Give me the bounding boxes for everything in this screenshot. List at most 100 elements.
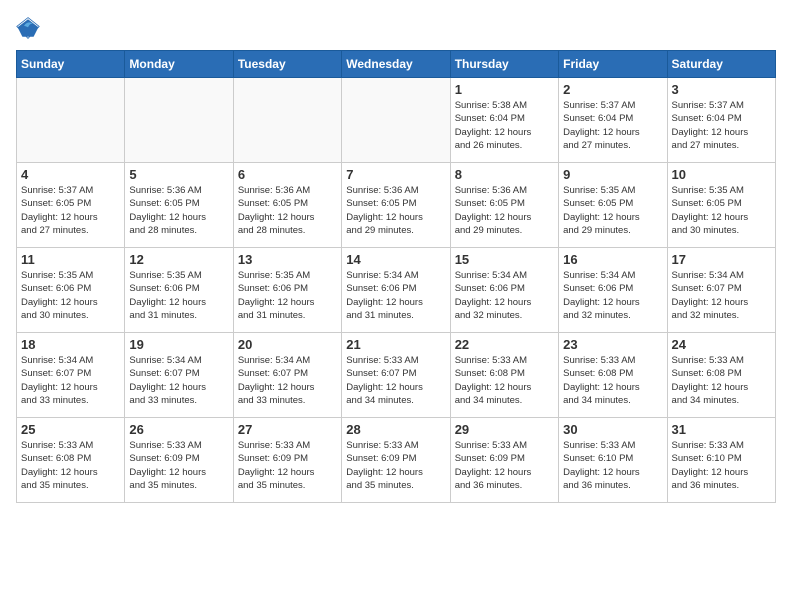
day-cell: 22 Sunrise: 5:33 AM Sunset: 6:08 PM Dayli… [450,333,558,418]
day-cell: 18 Sunrise: 5:34 AM Sunset: 6:07 PM Dayli… [17,333,125,418]
calendar-body: 1 Sunrise: 5:38 AM Sunset: 6:04 PM Daylig… [17,78,776,503]
day-info: Sunrise: 5:33 AM Sunset: 6:08 PM Dayligh… [21,439,120,492]
day-info: Sunrise: 5:33 AM Sunset: 6:07 PM Dayligh… [346,354,445,407]
day-cell: 5 Sunrise: 5:36 AM Sunset: 6:05 PM Daylig… [125,163,233,248]
day-info: Sunrise: 5:35 AM Sunset: 6:06 PM Dayligh… [238,269,337,322]
day-number: 6 [238,167,337,182]
day-cell: 7 Sunrise: 5:36 AM Sunset: 6:05 PM Daylig… [342,163,450,248]
day-cell: 14Sunrise: 5:34 AM Sunset: 6:06 PM Dayli… [342,248,450,333]
day-info: Sunrise: 5:35 AM Sunset: 6:06 PM Dayligh… [129,269,228,322]
day-info: Sunrise: 5:36 AM Sunset: 6:05 PM Dayligh… [455,184,554,237]
day-number: 17 [672,252,771,267]
day-info: Sunrise: 5:34 AM Sunset: 6:07 PM Dayligh… [238,354,337,407]
calendar-header: SundayMondayTuesdayWednesdayThursdayFrid… [17,51,776,78]
day-number: 23 [563,337,662,352]
day-number: 13 [238,252,337,267]
week-row-5: 25 Sunrise: 5:33 AM Sunset: 6:08 PM Dayli… [17,418,776,503]
day-number: 30 [563,422,662,437]
day-info: Sunrise: 5:36 AM Sunset: 6:05 PM Dayligh… [129,184,228,237]
day-number: 19 [129,337,228,352]
day-cell: 8 Sunrise: 5:36 AM Sunset: 6:05 PM Daylig… [450,163,558,248]
day-cell: 9 Sunrise: 5:35 AM Sunset: 6:05 PM Daylig… [559,163,667,248]
day-info: Sunrise: 5:37 AM Sunset: 6:04 PM Dayligh… [672,99,771,152]
day-cell: 29 Sunrise: 5:33 AM Sunset: 6:09 PM Dayli… [450,418,558,503]
day-info: Sunrise: 5:34 AM Sunset: 6:07 PM Dayligh… [21,354,120,407]
day-cell: 1 Sunrise: 5:38 AM Sunset: 6:04 PM Daylig… [450,78,558,163]
day-info: Sunrise: 5:35 AM Sunset: 6:05 PM Dayligh… [672,184,771,237]
header-cell-saturday: Saturday [667,51,775,78]
day-cell: 27Sunrise: 5:33 AM Sunset: 6:09 PM Dayli… [233,418,341,503]
day-info: Sunrise: 5:33 AM Sunset: 6:09 PM Dayligh… [346,439,445,492]
day-cell: 30 Sunrise: 5:33 AM Sunset: 6:10 PM Dayli… [559,418,667,503]
day-number: 7 [346,167,445,182]
day-number: 15 [455,252,554,267]
day-info: Sunrise: 5:36 AM Sunset: 6:05 PM Dayligh… [346,184,445,237]
day-number: 10 [672,167,771,182]
day-cell: 11 Sunrise: 5:35 AM Sunset: 6:06 PM Dayli… [17,248,125,333]
calendar-table: SundayMondayTuesdayWednesdayThursdayFrid… [16,50,776,503]
header-cell-thursday: Thursday [450,51,558,78]
day-cell: 26 Sunrise: 5:33 AM Sunset: 6:09 PM Dayli… [125,418,233,503]
day-number: 24 [672,337,771,352]
header-cell-tuesday: Tuesday [233,51,341,78]
logo [16,16,44,40]
day-info: Sunrise: 5:34 AM Sunset: 6:06 PM Dayligh… [563,269,662,322]
day-cell: 3 Sunrise: 5:37 AM Sunset: 6:04 PM Daylig… [667,78,775,163]
day-cell: 23 Sunrise: 5:33 AM Sunset: 6:08 PM Dayli… [559,333,667,418]
day-number: 21 [346,337,445,352]
day-number: 5 [129,167,228,182]
day-number: 28 [346,422,445,437]
day-cell: 10 Sunrise: 5:35 AM Sunset: 6:05 PM Dayli… [667,163,775,248]
day-info: Sunrise: 5:34 AM Sunset: 6:07 PM Dayligh… [672,269,771,322]
logo-icon [16,16,40,40]
day-cell: 24 Sunrise: 5:33 AM Sunset: 6:08 PM Dayli… [667,333,775,418]
day-number: 22 [455,337,554,352]
week-row-3: 11 Sunrise: 5:35 AM Sunset: 6:06 PM Dayli… [17,248,776,333]
day-number: 20 [238,337,337,352]
day-number: 16 [563,252,662,267]
day-cell: 19 Sunrise: 5:34 AM Sunset: 6:07 PM Dayli… [125,333,233,418]
day-cell: 16 Sunrise: 5:34 AM Sunset: 6:06 PM Dayli… [559,248,667,333]
day-cell: 28 Sunrise: 5:33 AM Sunset: 6:09 PM Dayli… [342,418,450,503]
day-info: Sunrise: 5:33 AM Sunset: 6:08 PM Dayligh… [455,354,554,407]
day-number: 2 [563,82,662,97]
day-cell [17,78,125,163]
day-info: Sunrise: 5:34 AM Sunset: 6:07 PM Dayligh… [129,354,228,407]
day-info: Sunrise: 5:36 AM Sunset: 6:05 PM Dayligh… [238,184,337,237]
week-row-1: 1 Sunrise: 5:38 AM Sunset: 6:04 PM Daylig… [17,78,776,163]
day-number: 9 [563,167,662,182]
day-number: 1 [455,82,554,97]
day-number: 3 [672,82,771,97]
day-cell: 2 Sunrise: 5:37 AM Sunset: 6:04 PM Daylig… [559,78,667,163]
day-number: 11 [21,252,120,267]
day-number: 29 [455,422,554,437]
day-info: Sunrise: 5:33 AM Sunset: 6:09 PM Dayligh… [455,439,554,492]
day-cell: 13 Sunrise: 5:35 AM Sunset: 6:06 PM Dayli… [233,248,341,333]
day-number: 18 [21,337,120,352]
day-cell: 15 Sunrise: 5:34 AM Sunset: 6:06 PM Dayli… [450,248,558,333]
day-number: 25 [21,422,120,437]
day-info: Sunrise: 5:38 AM Sunset: 6:04 PM Dayligh… [455,99,554,152]
day-info: Sunrise: 5:34 AM Sunset: 6:06 PM Dayligh… [455,269,554,322]
day-cell: 17 Sunrise: 5:34 AM Sunset: 6:07 PM Dayli… [667,248,775,333]
day-info: Sunrise: 5:35 AM Sunset: 6:06 PM Dayligh… [21,269,120,322]
day-info: Sunrise: 5:33 AM Sunset: 6:09 PM Dayligh… [129,439,228,492]
day-cell: 12 Sunrise: 5:35 AM Sunset: 6:06 PM Dayli… [125,248,233,333]
day-number: 8 [455,167,554,182]
day-cell: 31Sunrise: 5:33 AM Sunset: 6:10 PM Dayli… [667,418,775,503]
header-cell-monday: Monday [125,51,233,78]
header-row: SundayMondayTuesdayWednesdayThursdayFrid… [17,51,776,78]
day-number: 26 [129,422,228,437]
day-info: Sunrise: 5:35 AM Sunset: 6:05 PM Dayligh… [563,184,662,237]
day-info: Sunrise: 5:33 AM Sunset: 6:08 PM Dayligh… [672,354,771,407]
day-number: 31 [672,422,771,437]
day-info: Sunrise: 5:33 AM Sunset: 6:10 PM Dayligh… [563,439,662,492]
week-row-4: 18 Sunrise: 5:34 AM Sunset: 6:07 PM Dayli… [17,333,776,418]
day-info: Sunrise: 5:33 AM Sunset: 6:09 PM Dayligh… [238,439,337,492]
day-info: Sunrise: 5:37 AM Sunset: 6:04 PM Dayligh… [563,99,662,152]
day-number: 12 [129,252,228,267]
day-cell [233,78,341,163]
day-info: Sunrise: 5:33 AM Sunset: 6:08 PM Dayligh… [563,354,662,407]
day-cell: 4Sunrise: 5:37 AM Sunset: 6:05 PM Daylig… [17,163,125,248]
day-cell: 6 Sunrise: 5:36 AM Sunset: 6:05 PM Daylig… [233,163,341,248]
